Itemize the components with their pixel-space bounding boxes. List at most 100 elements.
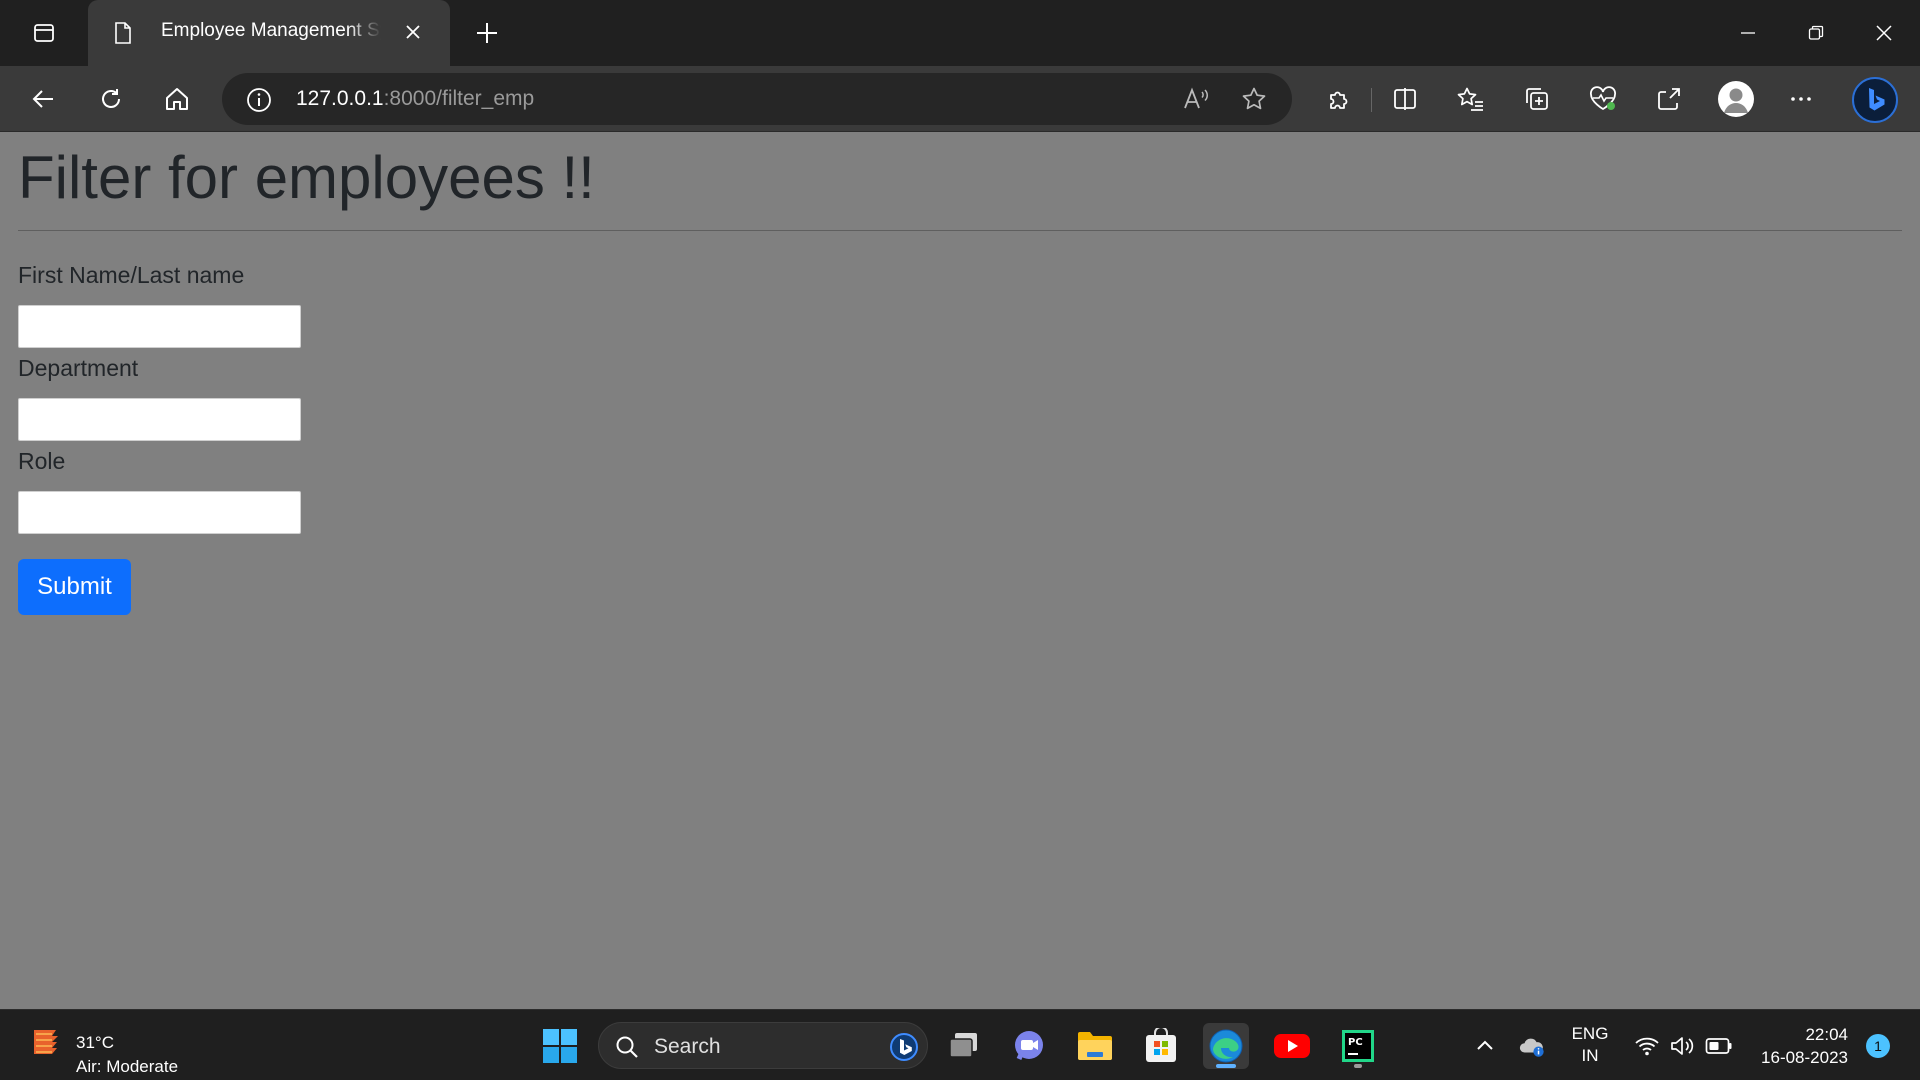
heart-pulse-icon bbox=[1590, 86, 1616, 111]
user-icon bbox=[1724, 88, 1748, 113]
name-label: First Name/Last name bbox=[18, 262, 245, 288]
browser-title-bar: Employee Management System bbox=[0, 0, 1920, 66]
store-icon bbox=[1146, 1028, 1176, 1062]
teams-chat-button[interactable] bbox=[1006, 1023, 1052, 1069]
arrow-left-icon bbox=[32, 90, 53, 108]
refresh-button[interactable] bbox=[91, 79, 131, 119]
favorites-button[interactable] bbox=[1451, 79, 1491, 119]
chevron-up-icon bbox=[1477, 1040, 1493, 1050]
share-icon bbox=[1658, 88, 1680, 110]
clock-time: 22:04 bbox=[1805, 1025, 1848, 1044]
battery-button[interactable] bbox=[1705, 1032, 1733, 1060]
microsoft-store-button[interactable] bbox=[1138, 1023, 1184, 1069]
split-screen-icon bbox=[1394, 88, 1416, 110]
favorite-button[interactable] bbox=[1240, 85, 1268, 113]
close-window-button[interactable] bbox=[1850, 0, 1918, 66]
department-label: Department bbox=[18, 355, 139, 381]
toolbar-separator bbox=[1371, 88, 1372, 112]
show-hidden-icons-button[interactable] bbox=[1471, 1032, 1499, 1060]
browser-tab-active[interactable]: Employee Management System bbox=[88, 0, 450, 66]
restore-icon bbox=[1808, 25, 1824, 40]
new-tab-button[interactable] bbox=[470, 16, 504, 50]
teams-chat-icon bbox=[1015, 1031, 1043, 1060]
home-button[interactable] bbox=[157, 79, 197, 119]
settings-more-button[interactable] bbox=[1781, 79, 1821, 119]
minimize-icon bbox=[1741, 32, 1755, 34]
refresh-icon bbox=[102, 89, 120, 108]
running-app-indicator bbox=[1354, 1064, 1362, 1068]
url-path: :8000/filter_emp bbox=[383, 87, 535, 110]
extensions-button[interactable] bbox=[1319, 79, 1359, 119]
department-input[interactable] bbox=[18, 398, 301, 441]
read-aloud-button[interactable] bbox=[1182, 85, 1210, 113]
url-text[interactable]: 127.0.0.1:8000/filter_emp bbox=[296, 87, 534, 111]
restore-button[interactable] bbox=[1782, 0, 1850, 66]
weather-hot-icon bbox=[34, 1030, 58, 1054]
volume-button[interactable] bbox=[1669, 1032, 1697, 1060]
folder-icon bbox=[1078, 1032, 1112, 1060]
browser-toolbar: 127.0.0.1:8000/filter_emp bbox=[0, 66, 1920, 132]
pycharm-button[interactable]: PC bbox=[1335, 1023, 1381, 1069]
bing-icon bbox=[1869, 88, 1885, 111]
onedrive-cloud-icon bbox=[1519, 1038, 1544, 1057]
home-icon bbox=[166, 88, 188, 110]
back-button[interactable] bbox=[24, 79, 64, 119]
collections-button[interactable] bbox=[1517, 79, 1557, 119]
tab-title: Employee Management System bbox=[161, 20, 381, 41]
page-favicon-icon bbox=[115, 22, 131, 44]
speaker-icon bbox=[1671, 1037, 1694, 1055]
minimize-button[interactable] bbox=[1714, 0, 1782, 66]
language-code: ENG bbox=[1571, 1024, 1609, 1043]
bing-copilot-button[interactable] bbox=[1852, 77, 1898, 123]
tab-close-icon[interactable] bbox=[403, 22, 423, 42]
pycharm-icon: PC bbox=[1342, 1030, 1374, 1062]
taskbar-search[interactable]: Search bbox=[598, 1022, 928, 1069]
battery-icon bbox=[1705, 1038, 1732, 1054]
collections-icon bbox=[1526, 88, 1548, 110]
file-explorer-button[interactable] bbox=[1072, 1023, 1118, 1069]
favorites-list-icon bbox=[1457, 87, 1483, 111]
tab-actions-button[interactable] bbox=[0, 0, 88, 66]
tab-actions-icon bbox=[34, 24, 54, 42]
title-divider bbox=[18, 230, 1902, 231]
read-aloud-icon bbox=[1184, 87, 1208, 109]
page-content: Filter for employees !! First Name/Last … bbox=[0, 133, 1920, 1009]
start-button[interactable] bbox=[537, 1023, 583, 1069]
edge-taskbar-button[interactable] bbox=[1203, 1023, 1249, 1069]
wifi-icon bbox=[1635, 1037, 1659, 1056]
system-clock[interactable]: 22:04 16-08-2023 bbox=[1752, 1023, 1848, 1069]
submit-button[interactable]: Submit bbox=[18, 559, 131, 615]
youtube-icon bbox=[1274, 1034, 1310, 1058]
bing-search-icon[interactable] bbox=[889, 1032, 919, 1062]
task-view-button[interactable] bbox=[941, 1023, 987, 1069]
share-button[interactable] bbox=[1649, 79, 1689, 119]
close-icon bbox=[1876, 25, 1892, 41]
role-input[interactable] bbox=[18, 491, 301, 534]
search-placeholder: Search bbox=[654, 1035, 721, 1058]
plus-icon bbox=[477, 23, 497, 43]
windows-logo-icon bbox=[543, 1029, 577, 1063]
wifi-button[interactable] bbox=[1633, 1032, 1661, 1060]
page-title: Filter for employees !! bbox=[18, 144, 595, 211]
edge-icon bbox=[1209, 1029, 1243, 1063]
address-bar[interactable]: 127.0.0.1:8000/filter_emp bbox=[222, 73, 1292, 125]
split-screen-button[interactable] bbox=[1385, 79, 1425, 119]
task-view-icon bbox=[949, 1033, 977, 1058]
name-input[interactable] bbox=[18, 305, 301, 348]
ellipsis-icon bbox=[1791, 97, 1811, 101]
weather-widget[interactable]: 31°C Air: Moderate bbox=[28, 1022, 178, 1076]
star-icon bbox=[1242, 87, 1266, 110]
weather-desc: Air: Moderate bbox=[76, 1057, 179, 1076]
role-label: Role bbox=[18, 448, 66, 474]
clock-date: 16-08-2023 bbox=[1761, 1048, 1848, 1067]
profile-avatar[interactable] bbox=[1718, 81, 1754, 117]
notification-badge[interactable]: 1 bbox=[1866, 1034, 1890, 1058]
onedrive-button[interactable] bbox=[1518, 1032, 1546, 1060]
info-icon[interactable] bbox=[246, 87, 272, 113]
active-app-indicator bbox=[1216, 1064, 1236, 1068]
url-host: 127.0.0.1 bbox=[296, 87, 384, 110]
youtube-button[interactable] bbox=[1269, 1023, 1315, 1069]
browser-essentials-button[interactable] bbox=[1583, 79, 1623, 119]
input-language-indicator[interactable]: ENG IN bbox=[1570, 1023, 1610, 1067]
region-code: IN bbox=[1581, 1046, 1599, 1065]
